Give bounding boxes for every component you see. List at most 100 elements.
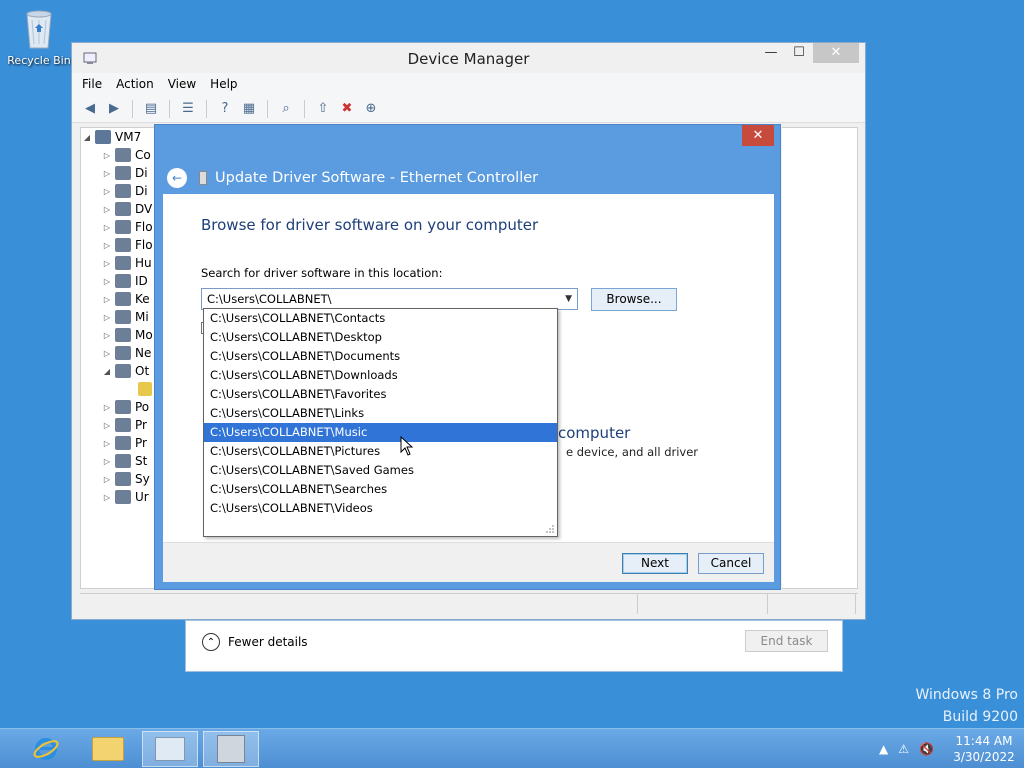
show-hidden-icons-icon[interactable]: ▲ [879, 742, 888, 756]
help-icon[interactable]: ? [215, 99, 235, 119]
tree-item-label: Mi [135, 310, 149, 324]
tree-item[interactable]: ▷ Sy [81, 470, 156, 488]
tree-item[interactable]: ▷ St [81, 452, 156, 470]
network-warning-icon[interactable]: ⚠ [898, 742, 909, 756]
expand-arrow-icon[interactable]: ▷ [101, 241, 113, 250]
menu-action[interactable]: Action [116, 77, 154, 91]
menu-view[interactable]: View [168, 77, 196, 91]
tree-item[interactable]: ▷ Mo [81, 326, 156, 344]
device-manager-titlebar[interactable]: Device Manager — ☐ ✕ [72, 43, 865, 73]
recycle-bin-shortcut[interactable]: Recycle Bin [4, 6, 74, 67]
fewer-details-toggle[interactable]: ⌃ Fewer details [202, 633, 308, 651]
chevron-down-icon[interactable]: ▼ [565, 294, 572, 304]
tree-item-label: Ke [135, 292, 150, 306]
dropdown-option[interactable]: C:\Users\COLLABNET\Favorites [204, 385, 557, 404]
clock-time: 11:44 AM [955, 734, 1013, 748]
taskbar-device-manager[interactable] [203, 731, 259, 767]
expand-arrow-icon[interactable]: ▷ [101, 475, 113, 484]
expand-arrow-icon[interactable]: ▷ [101, 169, 113, 178]
enable-device-icon[interactable]: ⊕ [361, 99, 381, 119]
tree-item[interactable]: ▷ Di [81, 164, 156, 182]
tree-items: ▷ Co ▷ Di ▷ Di ▷ DV ▷ Flo ▷ Flo ▷ Hu ▷ ID ▷ Ke ▷ Mi ▷ Mo ▷ Ne ◢ O… [81, 146, 156, 506]
dropdown-option[interactable]: C:\Users\COLLABNET\Pictures [204, 442, 557, 461]
volume-muted-icon[interactable]: 🔇 [919, 742, 934, 756]
expand-arrow-icon[interactable]: ▷ [101, 223, 113, 232]
tree-item[interactable]: ▷ DV [81, 200, 156, 218]
properties-icon[interactable]: ▤ [141, 99, 161, 119]
minimize-button[interactable]: — [757, 43, 785, 63]
tree-item[interactable]: ▷ Ur [81, 488, 156, 506]
panel-icon[interactable]: ▦ [239, 99, 259, 119]
device-category-icon [115, 328, 131, 342]
forward-arrow-icon[interactable]: ▶ [104, 99, 124, 119]
resize-grip-icon[interactable] [545, 524, 555, 534]
end-task-button[interactable]: End task [745, 630, 828, 652]
tree-item[interactable]: ▷ Flo [81, 236, 156, 254]
taskbar-internet-explorer[interactable] [18, 731, 74, 767]
tree-item[interactable]: ▷ Hu [81, 254, 156, 272]
menu-file[interactable]: File [82, 77, 102, 91]
list-icon[interactable]: ☰ [178, 99, 198, 119]
collapse-arrow-icon[interactable]: ◢ [81, 133, 93, 142]
path-combobox[interactable]: C:\Users\COLLABNET\ ▼ [201, 288, 578, 310]
tree-item[interactable]: ▷ Po [81, 398, 156, 416]
tree-item[interactable]: ▷ Mi [81, 308, 156, 326]
tree-item[interactable]: ▷ Di [81, 182, 156, 200]
expand-arrow-icon[interactable]: ▷ [101, 349, 113, 358]
dropdown-option[interactable]: C:\Users\COLLABNET\Documents [204, 347, 557, 366]
expand-arrow-icon[interactable]: ▷ [101, 457, 113, 466]
computer-icon [95, 130, 111, 144]
next-button[interactable]: Next [622, 553, 688, 574]
update-driver-icon[interactable]: ⇧ [313, 99, 333, 119]
dialog-close-button[interactable]: ✕ [742, 125, 774, 146]
maximize-button[interactable]: ☐ [785, 43, 813, 63]
expand-arrow-icon[interactable]: ▷ [101, 151, 113, 160]
dropdown-option[interactable]: C:\Users\COLLABNET\Saved Games [204, 461, 557, 480]
expand-arrow-icon[interactable]: ▷ [101, 331, 113, 340]
cancel-button[interactable]: Cancel [698, 553, 764, 574]
dropdown-option[interactable]: C:\Users\COLLABNET\Searches [204, 480, 557, 499]
dropdown-option[interactable]: C:\Users\COLLABNET\Desktop [204, 328, 557, 347]
dropdown-option[interactable]: C:\Users\COLLABNET\Downloads [204, 366, 557, 385]
tree-item[interactable]: ▷ Pr [81, 434, 156, 452]
tree-item[interactable] [81, 380, 156, 398]
dropdown-option[interactable]: C:\Users\COLLABNET\Videos [204, 499, 557, 518]
tree-item[interactable]: ▷ Co [81, 146, 156, 164]
clock[interactable]: 11:44 AM 3/30/2022 [944, 733, 1024, 765]
uninstall-icon[interactable]: ✖ [337, 99, 357, 119]
tree-root[interactable]: ◢ VM7 [81, 128, 156, 146]
tree-item[interactable]: ▷ Ke [81, 290, 156, 308]
tree-item[interactable]: ▷ Ne [81, 344, 156, 362]
expand-arrow-icon[interactable]: ▷ [101, 403, 113, 412]
expand-arrow-icon[interactable]: ▷ [101, 187, 113, 196]
back-arrow-icon[interactable]: ◀ [80, 99, 100, 119]
tree-item[interactable]: ▷ ID [81, 272, 156, 290]
device-category-icon [115, 490, 131, 504]
close-button[interactable]: ✕ [813, 43, 859, 63]
expand-arrow-icon[interactable]: ▷ [101, 259, 113, 268]
dropdown-option[interactable]: C:\Users\COLLABNET\Music [204, 423, 557, 442]
path-value[interactable]: C:\Users\COLLABNET\ [207, 292, 332, 306]
back-arrow-icon[interactable]: ← [167, 168, 187, 188]
dropdown-option[interactable]: C:\Users\COLLABNET\Links [204, 404, 557, 423]
expand-arrow-icon[interactable]: ▷ [101, 421, 113, 430]
collapse-arrow-icon[interactable]: ◢ [101, 367, 113, 376]
dropdown-option[interactable]: C:\Users\COLLABNET\Contacts [204, 309, 557, 328]
menu-help[interactable]: Help [210, 77, 237, 91]
taskbar-task-manager[interactable] [142, 731, 198, 767]
scan-hardware-icon[interactable]: ⌕ [276, 99, 296, 119]
expand-arrow-icon[interactable]: ▷ [101, 205, 113, 214]
browse-button[interactable]: Browse... [591, 288, 677, 311]
expand-arrow-icon[interactable]: ▷ [101, 493, 113, 502]
expand-arrow-icon[interactable]: ▷ [101, 439, 113, 448]
taskbar-file-explorer[interactable] [80, 731, 136, 767]
expand-arrow-icon[interactable]: ▷ [101, 277, 113, 286]
toolbar: ◀ ▶ ▤ ☰ ? ▦ ⌕ ⇧ ✖ ⊕ [72, 95, 865, 123]
tree-item[interactable]: ▷ Pr [81, 416, 156, 434]
expand-arrow-icon[interactable]: ▷ [101, 295, 113, 304]
expand-arrow-icon[interactable]: ▷ [101, 313, 113, 322]
pick-from-list-heading[interactable]: computer [558, 424, 630, 442]
tree-root-label: VM7 [115, 130, 142, 144]
tree-item[interactable]: ▷ Flo [81, 218, 156, 236]
tree-item[interactable]: ◢ Ot [81, 362, 156, 380]
